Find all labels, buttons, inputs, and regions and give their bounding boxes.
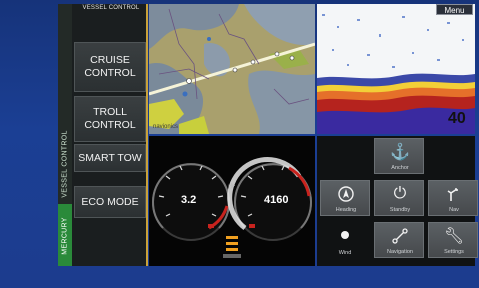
- depth-readout: 40: [448, 110, 466, 127]
- wrench-icon: 🔧︎: [443, 228, 465, 245]
- dot-icon: [320, 225, 370, 245]
- anchor-button[interactable]: ⚓ Anchor: [374, 138, 424, 174]
- eco-mode-button[interactable]: ECO MODE: [74, 186, 146, 218]
- engine-gauges[interactable]: [149, 136, 315, 266]
- settings-label: Settings: [444, 249, 464, 255]
- heading-label: Heading: [335, 207, 357, 213]
- gauge-graphic: [149, 136, 315, 266]
- chart-map[interactable]: [149, 4, 315, 134]
- menu-button[interactable]: Menu: [436, 4, 473, 15]
- speed-readout: 3.2: [181, 194, 197, 206]
- smart-tow-button[interactable]: SMART TOW: [74, 144, 146, 172]
- brand-label: MERCURY: [61, 217, 69, 255]
- standby-label: Standby: [389, 207, 411, 213]
- navigation-button[interactable]: Navigation: [374, 222, 424, 258]
- heading-icon: [321, 184, 371, 204]
- rpm-readout: 4160: [264, 194, 289, 206]
- chart-watermark: navionics: [153, 124, 179, 130]
- vessel-control-panel: VESSEL CONTROL MERCURY VESSEL CONTROL CR…: [58, 4, 148, 266]
- mercury-logo-icon: ✈: [228, 181, 236, 191]
- side-tab-label: VESSEL CONTROL: [61, 130, 69, 198]
- nav-label: Nav: [449, 207, 459, 213]
- anchor-label: Anchor: [391, 165, 409, 171]
- waypoint-route-icon: [375, 226, 425, 246]
- panel-title: VESSEL CONTROL: [82, 5, 140, 11]
- settings-button[interactable]: 🔧︎ Settings: [428, 222, 478, 258]
- route-icon: [429, 184, 479, 204]
- navigation-label: Navigation: [387, 249, 413, 255]
- wind-label: Wind: [338, 250, 352, 256]
- troll-control-button[interactable]: TROLL CONTROL: [74, 96, 146, 142]
- power-icon: ⏻: [393, 185, 407, 202]
- nav-button[interactable]: Nav: [428, 180, 478, 216]
- wind-button[interactable]: Wind: [320, 222, 370, 258]
- map-graphic: [149, 4, 315, 134]
- standby-button[interactable]: ⏻ Standby: [374, 180, 424, 216]
- cruise-control-button[interactable]: CRUISE CONTROL: [74, 42, 146, 92]
- heading-button[interactable]: Heading: [320, 180, 370, 216]
- anchor-icon: ⚓: [390, 144, 410, 161]
